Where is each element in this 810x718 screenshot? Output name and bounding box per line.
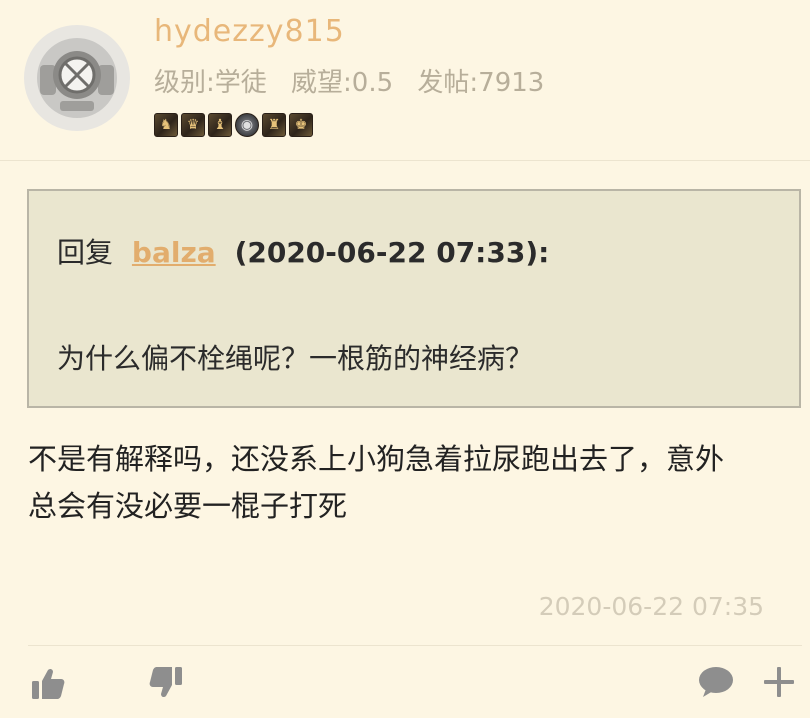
post-body-line: 不是有解释吗，还没系上小狗急着拉尿跑出去了，意外 [28, 442, 725, 476]
badge-icon[interactable]: ♛ [181, 113, 205, 137]
plus-icon [764, 667, 794, 697]
user-level: 级别:学徒 [154, 68, 267, 98]
dislike-button[interactable] [146, 662, 186, 702]
quote-block: 回复 balza (2020-06-22 07:33): 为什么偏不栓绳呢？一根… [27, 189, 801, 408]
thumbs-up-icon [32, 668, 65, 699]
footer-divider [28, 645, 802, 646]
quote-header: 回复 balza (2020-06-22 07:33): [57, 231, 549, 271]
username[interactable]: hydezzy815 [154, 14, 345, 49]
post-timestamp: 2020-06-22 07:35 [538, 592, 764, 621]
comment-icon [699, 667, 733, 697]
post-header: hydezzy815 级别:学徒 威望:0.5 发帖:7913 ♞ ♛ ♝ ◉ … [0, 0, 810, 161]
avatar[interactable] [24, 25, 130, 131]
quote-author-link[interactable]: balza [132, 236, 216, 269]
post-card: hydezzy815 级别:学徒 威望:0.5 发帖:7913 ♞ ♛ ♝ ◉ … [0, 0, 810, 718]
overwatch-badge-icon[interactable]: ◉ [235, 113, 259, 137]
reply-label: 回复 [57, 236, 114, 269]
thumbs-down-icon [149, 667, 182, 698]
badge-icon[interactable]: ♚ [289, 113, 313, 137]
user-prestige: 威望:0.5 [291, 68, 394, 98]
user-post-count: 发帖:7913 [417, 68, 545, 98]
post-body: 不是有解释吗，还没系上小狗急着拉尿跑出去了，意外 总会有没必要一棍子打死 [28, 436, 788, 530]
diving-helmet-icon [37, 38, 117, 118]
comment-button[interactable] [696, 662, 736, 702]
quote-timestamp: (2020-06-22 07:33): [234, 236, 550, 269]
badge-icon[interactable]: ♜ [262, 113, 286, 137]
quote-text: 为什么偏不栓绳呢？一根筋的神经病？ [57, 342, 534, 375]
user-meta: 级别:学徒 威望:0.5 发帖:7913 [154, 62, 560, 99]
like-button[interactable] [28, 664, 68, 704]
badge-icon[interactable]: ♝ [208, 113, 232, 137]
badge-list: ♞ ♛ ♝ ◉ ♜ ♚ [154, 113, 313, 137]
badge-icon[interactable]: ♞ [154, 113, 178, 137]
post-body-line: 总会有没必要一棍子打死 [28, 489, 348, 523]
add-button[interactable] [759, 662, 799, 702]
